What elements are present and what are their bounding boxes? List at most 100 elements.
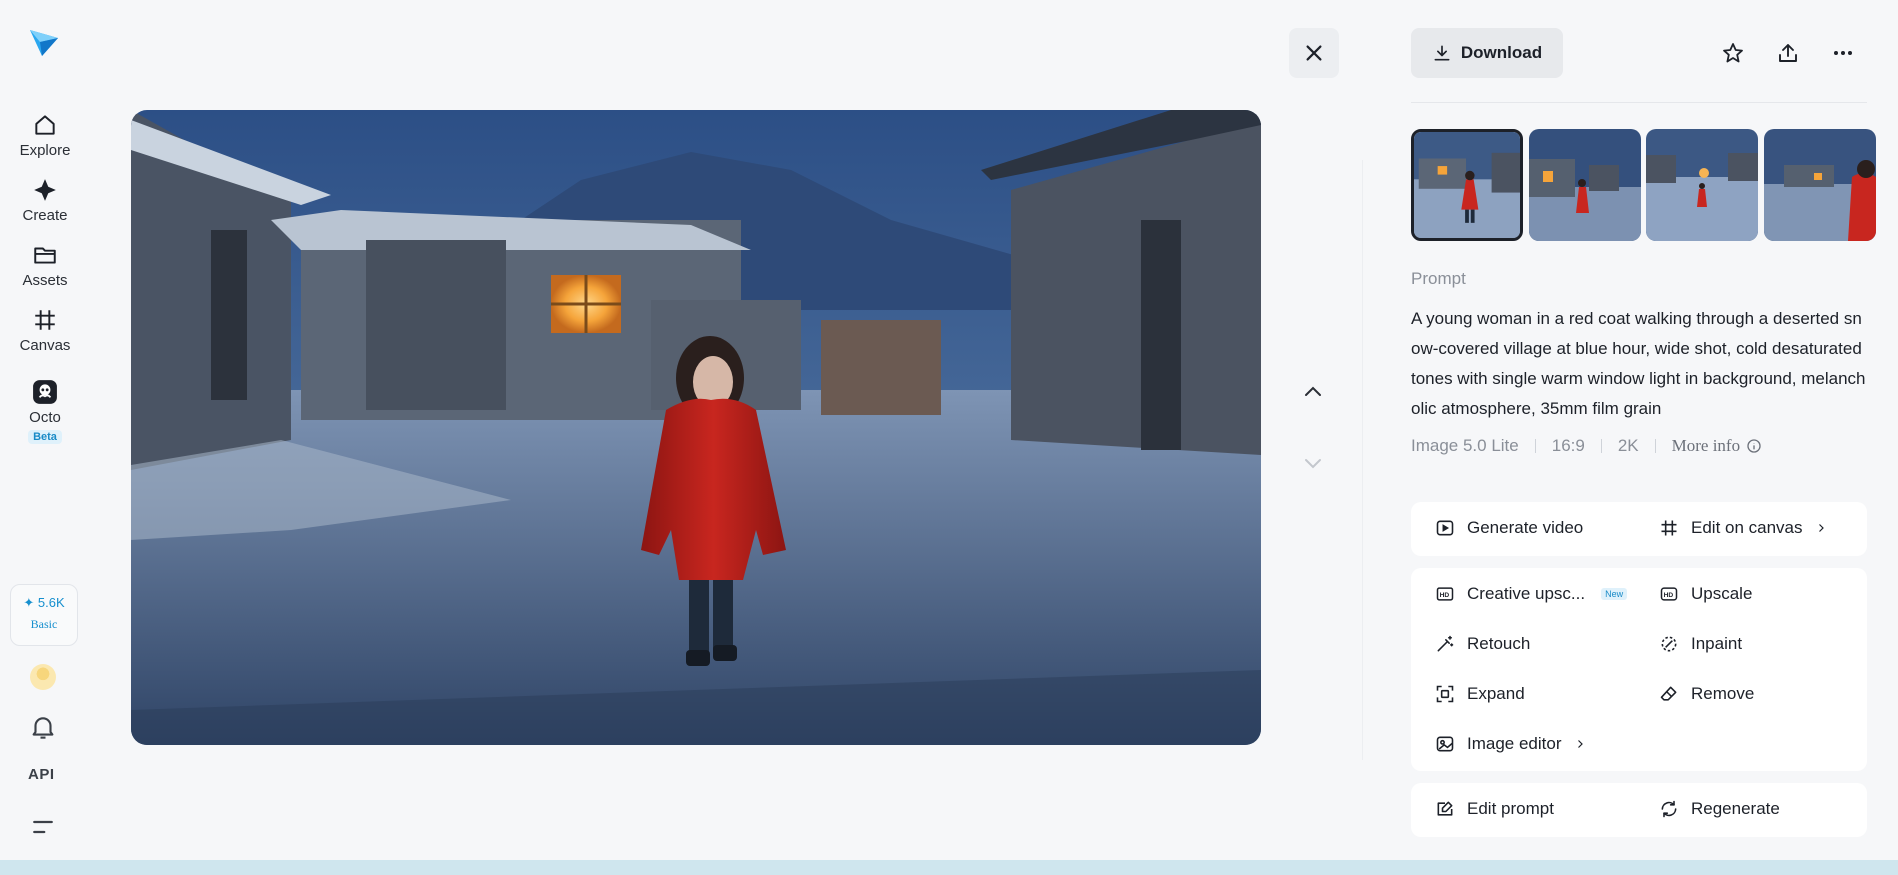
panel-divider-top <box>1411 102 1867 103</box>
info-icon <box>1747 439 1761 453</box>
play-icon <box>1436 520 1454 536</box>
meta-separator <box>1654 439 1656 453</box>
refresh-icon <box>1661 800 1677 818</box>
prompt-actions-card: Edit prompt Regenerate <box>1411 783 1867 837</box>
remove-button[interactable]: Remove <box>1659 684 1754 704</box>
panel-divider <box>1362 160 1363 760</box>
model-name: Image 5.0 Lite <box>1411 436 1519 455</box>
thumbnail[interactable] <box>1529 129 1641 241</box>
download-button[interactable]: Download <box>1411 28 1563 78</box>
image-editor-button[interactable]: Image editor <box>1435 734 1586 754</box>
creative-upscale-button[interactable]: HD Creative upsc... New <box>1435 584 1628 604</box>
upscale-button[interactable]: HD Upscale <box>1659 584 1752 604</box>
action-label: Edit on canvas <box>1691 518 1803 537</box>
more-options-button[interactable] <box>1828 38 1858 68</box>
svg-text:HD: HD <box>1440 592 1450 599</box>
api-link[interactable]: API <box>28 766 55 783</box>
octo-icon <box>33 380 57 404</box>
app-logo[interactable] <box>28 26 60 58</box>
chevron-up-icon <box>1305 386 1321 396</box>
previous-image-button[interactable] <box>1298 377 1328 407</box>
credits-amount: ✦ 5.6K <box>23 595 65 610</box>
edit-actions-card: HD Creative upsc... New HD Upscale Retou… <box>1411 568 1867 771</box>
nav-label: Create <box>22 207 68 224</box>
expand-icon <box>1436 685 1454 703</box>
nav-label: Octo <box>29 409 61 426</box>
nav-assets[interactable]: Assets <box>10 242 80 290</box>
inpaint-button[interactable]: Inpaint <box>1659 634 1742 654</box>
action-label: Retouch <box>1467 634 1531 653</box>
favorite-button[interactable] <box>1718 38 1748 68</box>
magic-wand-icon <box>1437 635 1454 652</box>
credits-badge[interactable]: ✦ 5.6K Basic <box>10 584 78 646</box>
generate-video-button[interactable]: Generate video <box>1435 518 1583 538</box>
video-actions-card: Generate video Edit on canvas <box>1411 502 1867 556</box>
next-image-button[interactable] <box>1298 448 1328 478</box>
inpaint-icon <box>1661 636 1677 652</box>
chevron-right-icon <box>1577 740 1583 748</box>
action-label: Upscale <box>1691 584 1753 603</box>
retouch-button[interactable]: Retouch <box>1435 634 1530 654</box>
generated-image[interactable] <box>131 110 1261 745</box>
nav-label: Explore <box>19 142 71 159</box>
more-horizontal-icon <box>1834 51 1852 55</box>
action-label: Generate video <box>1467 518 1584 537</box>
thumbnail[interactable] <box>1764 129 1876 241</box>
menu-icon[interactable] <box>28 812 58 842</box>
share-button[interactable] <box>1773 38 1803 68</box>
image-metadata: Image 5.0 Lite 16:9 2K More info <box>1411 436 1762 456</box>
hd-icon: HD <box>1660 587 1678 601</box>
nav-octo[interactable]: Octo Beta <box>10 379 80 445</box>
regenerate-button[interactable]: Regenerate <box>1659 799 1780 819</box>
plan-tier: Basic <box>30 617 58 631</box>
more-info-label: More info <box>1671 436 1741 455</box>
canvas-icon <box>35 310 55 330</box>
download-icon <box>1434 45 1450 61</box>
nav-canvas[interactable]: Canvas <box>10 307 80 355</box>
edit-icon <box>1437 801 1453 816</box>
bell-icon[interactable] <box>28 712 58 742</box>
folder-icon <box>34 247 56 264</box>
action-label: Creative upsc... <box>1467 584 1586 603</box>
aspect-ratio: 16:9 <box>1551 436 1585 455</box>
nav-create[interactable]: Create <box>10 177 80 225</box>
nav-label: Assets <box>22 272 68 289</box>
sparkle-icon <box>34 179 56 201</box>
eraser-icon <box>1660 686 1677 701</box>
beta-badge: Beta <box>28 430 62 444</box>
meta-separator <box>1534 439 1536 453</box>
share-icon <box>1779 44 1797 62</box>
action-label: Regenerate <box>1691 799 1780 818</box>
edit-on-canvas-button[interactable]: Edit on canvas <box>1659 518 1827 538</box>
nav-explore[interactable]: Explore <box>10 112 80 160</box>
new-badge: New <box>1601 588 1628 600</box>
nav-label: Canvas <box>19 337 71 354</box>
action-label: Edit prompt <box>1467 799 1554 818</box>
thumbnail[interactable] <box>1646 129 1758 241</box>
edit-prompt-button[interactable]: Edit prompt <box>1435 799 1554 819</box>
canvas-icon <box>1661 520 1677 536</box>
close-button[interactable] <box>1289 28 1339 78</box>
star-icon <box>1723 43 1743 63</box>
avatar[interactable] <box>30 664 56 690</box>
close-icon <box>1306 45 1322 61</box>
home-icon <box>35 115 55 135</box>
action-label: Remove <box>1691 684 1755 703</box>
prompt-text[interactable]: A young woman in a red coat walking thro… <box>1411 304 1871 424</box>
more-info-link[interactable]: More info <box>1672 436 1762 456</box>
action-label: Inpaint <box>1691 634 1743 653</box>
meta-separator <box>1600 439 1602 453</box>
thumbnail[interactable] <box>1411 129 1523 241</box>
svg-text:HD: HD <box>1664 592 1674 599</box>
action-label: Expand <box>1467 684 1525 703</box>
action-label: Image editor <box>1467 734 1562 753</box>
resolution: 2K <box>1617 436 1639 455</box>
image-editor-icon <box>1436 736 1454 752</box>
credits-amount-value: 5.6K <box>37 595 65 610</box>
prompt-heading: Prompt <box>1411 269 1466 288</box>
expand-button[interactable]: Expand <box>1435 684 1525 704</box>
hd-plus-icon: HD <box>1436 587 1454 601</box>
download-label: Download <box>1460 43 1543 62</box>
left-sidebar: Explore Create Assets Canvas Octo Beta ✦… <box>0 0 90 860</box>
taskbar-strip <box>0 860 1898 875</box>
